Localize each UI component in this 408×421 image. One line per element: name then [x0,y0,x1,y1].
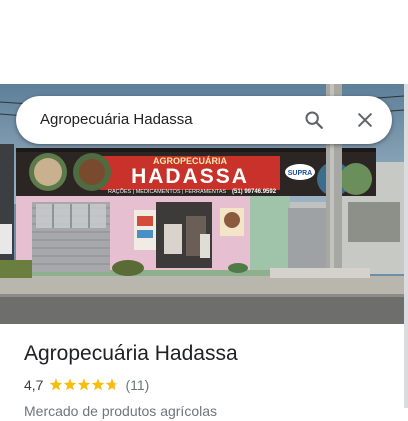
star-5 [106,378,119,391]
place-title: Agropecuária Hadassa [24,342,238,365]
star-1 [50,378,63,391]
place-info: Agropecuária Hadassa 4,7 (11) Mercado de… [24,340,394,421]
clear-search-button[interactable] [349,104,381,136]
scrollbar[interactable] [404,84,408,408]
search-button[interactable] [298,104,330,136]
rating-value: 4,7 [24,377,44,393]
search-input[interactable] [40,96,290,144]
place-category: Mercado de produtos agrícolas [24,403,217,419]
sign-brand: SUPRA [288,170,313,177]
search-icon [305,111,323,129]
star-rating [49,378,119,392]
sign-services: RAÇÕES | MEDICAMENTOS | FERRAMENTAS [108,188,226,195]
star-4 [92,378,105,391]
sign-store-name: HADASSA [131,165,249,188]
star-3 [78,378,91,391]
review-count[interactable]: (11) [125,377,149,393]
search-bar[interactable] [16,96,392,144]
star-2 [64,378,77,391]
close-icon [358,113,372,127]
rating-row[interactable]: 4,7 (11) [24,375,394,395]
stars-icon [50,378,119,391]
sign-phone: (51) 99746.9592 [232,189,277,195]
